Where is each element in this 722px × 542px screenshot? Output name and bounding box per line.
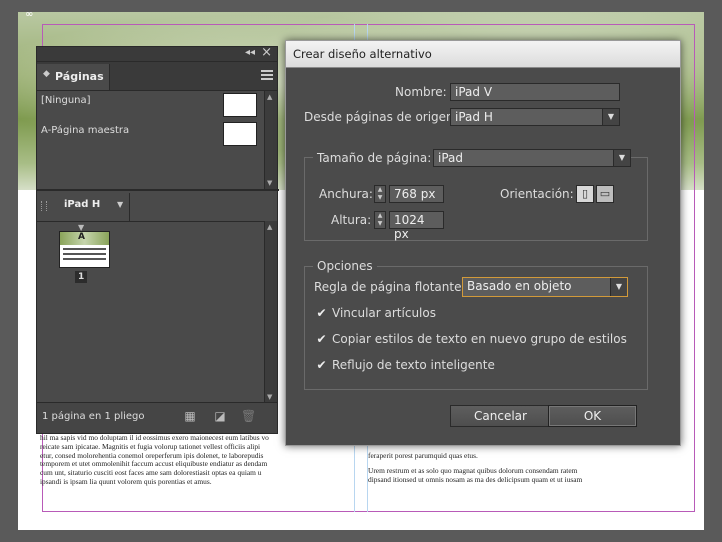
page-thumbnail[interactable]: A (59, 231, 110, 268)
tab-pages[interactable]: ◆ Páginas (37, 64, 110, 90)
new-page-icon[interactable]: ◪ (213, 410, 227, 423)
panel-footer: 1 página en 1 pliego ▦ ◪ 🗑 (37, 402, 277, 433)
separator (129, 193, 130, 221)
altura-label: Altura: (331, 213, 372, 227)
scroll-down-icon[interactable]: ▼ (267, 179, 272, 187)
master-label: [Ninguna] (41, 95, 91, 106)
master-item-a[interactable]: A-Página maestra (41, 125, 129, 136)
desde-label: Desde páginas de origen (304, 110, 454, 124)
vincular-checkbox[interactable]: ✔ (315, 307, 328, 320)
regla-value: Basado en objeto (467, 279, 572, 293)
chevron-down-icon[interactable]: ▼ (613, 150, 630, 166)
master-thumbnail[interactable] (223, 122, 257, 146)
master-thumbnail[interactable] (223, 93, 257, 117)
nombre-label: Nombre: (395, 85, 447, 99)
dialog-body: Nombre: iPad V Desde páginas de origen i… (289, 68, 677, 442)
panel-divider[interactable] (37, 189, 279, 191)
chevron-down-icon[interactable]: ▼ (610, 278, 627, 296)
page-size-selector[interactable]: iPad H ▼ (37, 193, 265, 222)
regla-label: Regla de página flotante: (314, 280, 466, 294)
chevron-updown-icon: ◆ (43, 69, 50, 79)
chevron-down-icon[interactable]: ▼ (602, 109, 619, 125)
copiar-estilos-checkbox[interactable]: ✔ (315, 333, 328, 346)
panel-titlebar[interactable]: ◂◂ × (37, 45, 277, 62)
body-text-right: feraperit porest parumquid quas etus. Ur… (368, 452, 680, 484)
scroll-up-icon[interactable]: ▲ (267, 93, 272, 101)
regla-select[interactable]: Basado en objeto ▼ (462, 277, 628, 297)
altura-stepper[interactable]: ▲ ▼ (374, 211, 386, 229)
close-icon[interactable]: × (261, 45, 272, 60)
tamano-select[interactable]: iPad ▼ (433, 149, 631, 167)
desde-value: iPad H (455, 110, 493, 124)
reflujo-label: Reflujo de texto inteligente (332, 358, 495, 372)
tamano-label: Tamaño de página: (313, 151, 436, 165)
create-alternate-layout-dialog: Crear diseño alternativo Nombre: iPad V … (285, 40, 681, 446)
tab-label: Páginas (55, 70, 104, 83)
chevron-down-icon[interactable]: ▼ (117, 200, 123, 209)
tamano-value: iPad (438, 151, 464, 165)
landscape-orientation-icon[interactable]: ▭ (596, 185, 614, 203)
master-letter: A (78, 232, 85, 242)
anchura-input[interactable]: 768 px (389, 185, 444, 203)
scroll-down-icon[interactable]: ▼ (267, 393, 272, 401)
collapse-icon[interactable]: ◂◂ (245, 47, 255, 58)
desde-select[interactable]: iPad H ▼ (450, 108, 620, 126)
reflujo-checkbox[interactable]: ✔ (315, 359, 328, 372)
cancel-button[interactable]: Cancelar (450, 405, 551, 427)
delete-page-icon[interactable]: 🗑 (241, 410, 256, 423)
portrait-orientation-icon[interactable]: ▯ (576, 185, 594, 203)
text-line: feraperit porest parumquid quas etus. (368, 452, 478, 460)
opciones-label: Opciones (313, 259, 377, 273)
edit-page-size-icon[interactable]: ▦ (183, 410, 197, 423)
grip-icon[interactable] (41, 201, 47, 211)
scroll-up-icon[interactable]: ▲ (267, 223, 272, 231)
pages-status: 1 página en 1 pliego (42, 411, 145, 422)
vincular-label: Vincular artículos (332, 306, 436, 320)
master-item-none[interactable]: [Ninguna] (41, 95, 91, 106)
dialog-title: Crear diseño alternativo (293, 47, 432, 61)
anchura-label: Anchura: (319, 187, 373, 201)
pages-scrollbar[interactable]: ▲ ▼ (264, 221, 277, 403)
page-size-label: iPad H (64, 199, 101, 210)
masters-section: [Ninguna] A-Página maestra (37, 91, 265, 187)
master-label: A-Página maestra (41, 125, 130, 136)
text-line: ipsandi is ipsam lia quunt volorem quis … (40, 476, 212, 486)
masters-scrollbar[interactable]: ▲ ▼ (264, 91, 277, 189)
orientacion-label: Orientación: (500, 187, 574, 201)
anchura-stepper[interactable]: ▲ ▼ (374, 185, 386, 203)
link-icon[interactable]: ∞ (25, 9, 33, 20)
page-number[interactable]: 1 (75, 271, 88, 283)
text-line: dipsand itionsed ut omnis nosam as ma de… (368, 474, 583, 484)
nombre-input[interactable]: iPad V (450, 83, 620, 101)
pages-panel: ◂◂ × ◆ Páginas [Ninguna] A-Página maestr… (36, 45, 279, 434)
panel-menu-icon[interactable] (261, 70, 273, 80)
dialog-titlebar[interactable]: Crear diseño alternativo (286, 41, 680, 68)
panel-tabrow: ◆ Páginas (37, 62, 277, 91)
altura-input[interactable]: 1024 px (389, 211, 444, 241)
copiar-estilos-label: Copiar estilos de texto en nuevo grupo d… (332, 332, 627, 346)
ok-button[interactable]: OK (548, 405, 637, 427)
